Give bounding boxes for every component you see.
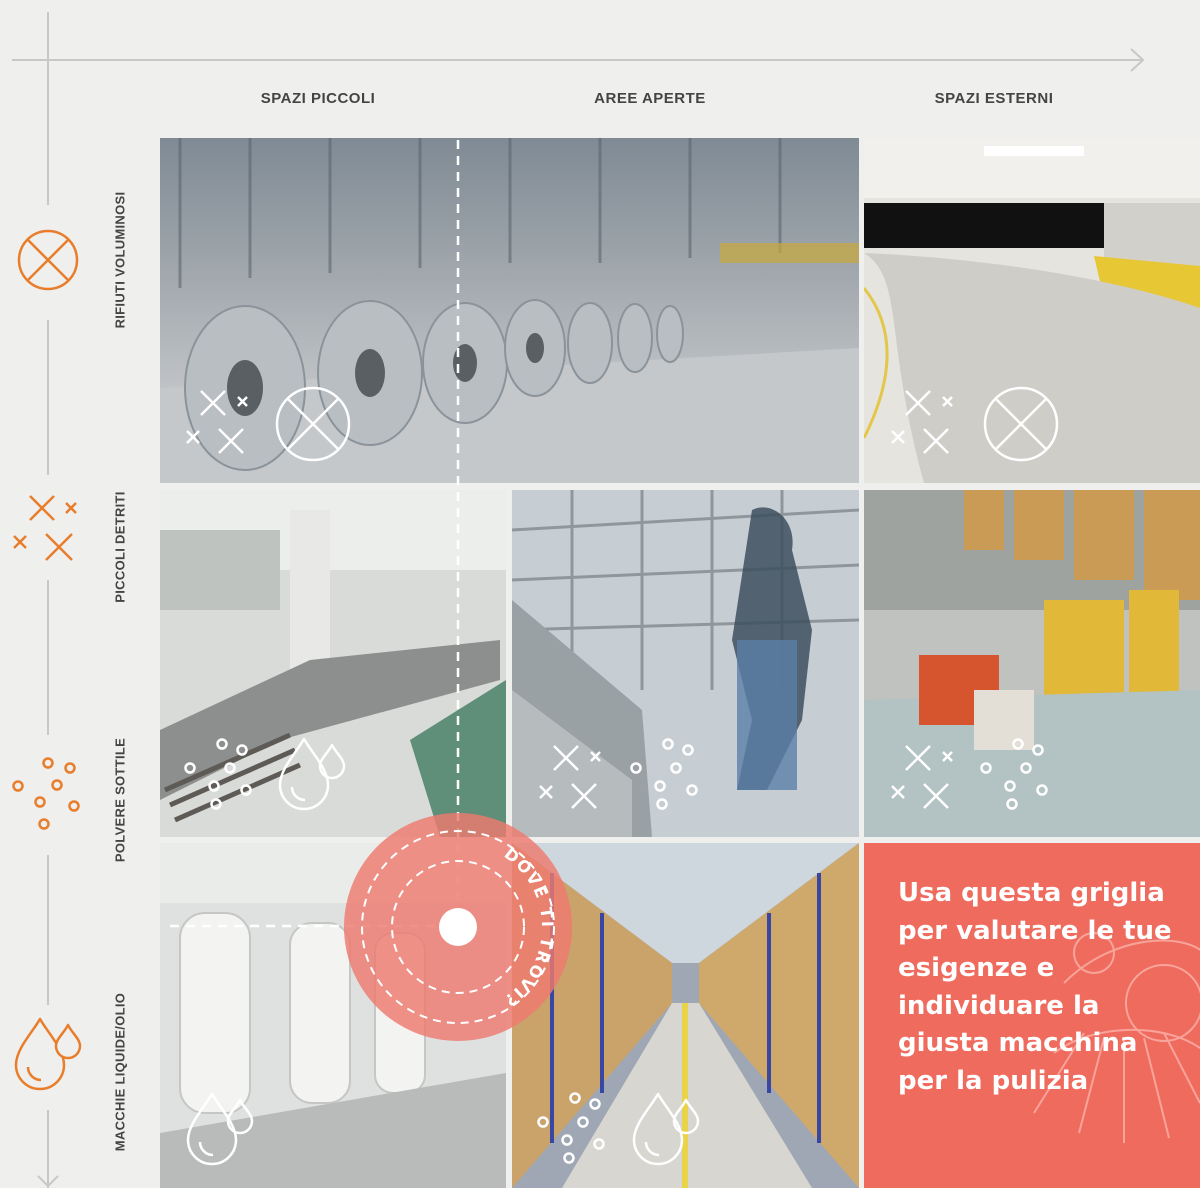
crosshair-lines bbox=[170, 140, 460, 928]
location-pin[interactable]: DOVE TI TROVI? bbox=[343, 812, 573, 1042]
